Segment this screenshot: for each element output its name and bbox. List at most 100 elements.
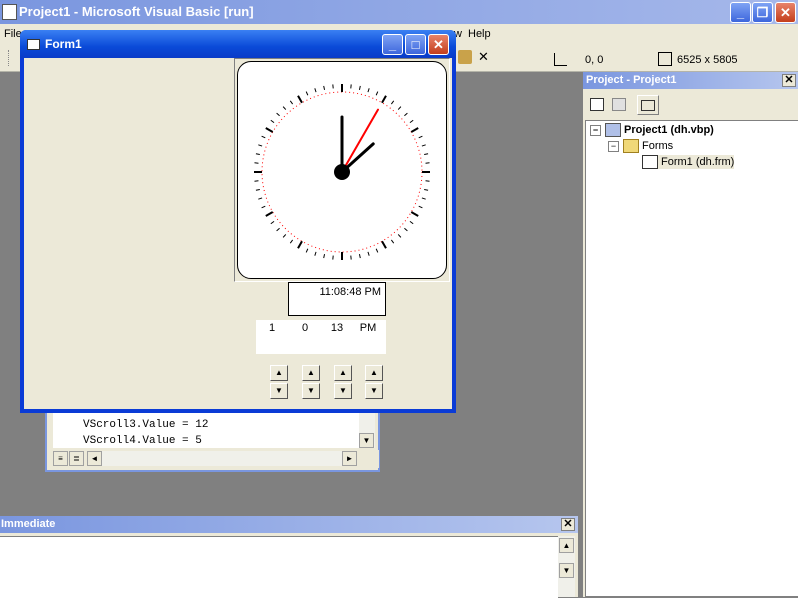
minute-tick xyxy=(368,252,369,256)
view-object-button[interactable] xyxy=(609,95,629,113)
full-module-view-icon[interactable]: ≣ xyxy=(69,451,84,466)
minute-tick xyxy=(262,136,266,138)
code-line: VScroll3.Value = 12 xyxy=(83,419,208,431)
form-icon xyxy=(642,155,658,169)
ampm-value: PM xyxy=(356,322,380,334)
immediate-vertical-scrollbar[interactable]: ▲ ▼ xyxy=(558,536,575,597)
toolbox-icon[interactable]: ✕ xyxy=(478,50,492,64)
close-icon: ✕ xyxy=(433,37,444,52)
immediate-close-button[interactable]: ✕ xyxy=(561,518,575,531)
minute-tick xyxy=(391,101,393,104)
scroll-down-icon[interactable]: ▼ xyxy=(559,563,574,578)
minute-tick xyxy=(262,206,266,208)
minute-tick xyxy=(404,113,407,116)
spin-down-icon[interactable]: ▼ xyxy=(365,383,383,399)
form1-title-bar[interactable]: Form1 _ □ ✕ xyxy=(20,30,456,58)
vscroll3[interactable]: ▲▼ xyxy=(334,365,352,399)
minute-tick xyxy=(419,136,423,138)
procedure-view-icon[interactable]: ≡ xyxy=(53,451,68,466)
analog-clock xyxy=(238,62,446,278)
minute-tick xyxy=(376,249,378,253)
minute-tick xyxy=(290,101,292,104)
menu-help[interactable]: Help xyxy=(468,28,491,40)
scroll-left-icon[interactable]: ◄ xyxy=(87,451,102,466)
minute-tick xyxy=(359,86,360,90)
close-icon: ✕ xyxy=(780,5,791,20)
spin-up-icon[interactable]: ▲ xyxy=(365,365,383,381)
spin-down-icon[interactable]: ▼ xyxy=(302,383,320,399)
minute-tick xyxy=(271,120,274,122)
hour-value: 1 xyxy=(260,322,284,334)
position-icon xyxy=(554,53,567,66)
vscroll2[interactable]: ▲▼ xyxy=(302,365,320,399)
hour-tick xyxy=(382,96,386,103)
time-label-box: 11:08:48 PM xyxy=(288,282,386,316)
form1-label: Form1 (dh.frm) xyxy=(661,156,734,168)
vscroll4[interactable]: ▲▼ xyxy=(365,365,383,399)
minute-tick xyxy=(324,86,325,90)
minute-tick xyxy=(359,254,360,258)
spin-up-icon[interactable]: ▲ xyxy=(302,365,320,381)
scroll-right-icon[interactable]: ► xyxy=(342,451,357,466)
forms-label: Forms xyxy=(642,140,673,152)
spin-up-icon[interactable]: ▲ xyxy=(270,365,288,381)
minute-tick xyxy=(271,221,274,223)
minute-tick xyxy=(277,228,280,231)
object-browser-icon[interactable] xyxy=(458,50,472,64)
hour-tick xyxy=(298,96,302,103)
digital-time: 11:08:48 PM xyxy=(319,286,381,298)
tree-node-project[interactable]: −Project1 (dh.vbp) xyxy=(590,123,714,137)
minute-tick xyxy=(410,221,413,223)
minute-tick xyxy=(398,234,401,237)
minute-tick xyxy=(391,240,393,243)
restore-button[interactable]: ❐ xyxy=(752,2,773,23)
tree-node-form1[interactable]: Form1 (dh.frm) xyxy=(642,155,734,169)
scroll-down-icon[interactable]: ▼ xyxy=(359,433,374,448)
code-bottom-bar: ≡ ≣ ◄ ► xyxy=(49,450,379,468)
minimize-icon: _ xyxy=(737,5,744,20)
close-icon: ✕ xyxy=(563,518,572,530)
tree-node-forms[interactable]: − Forms xyxy=(608,139,673,153)
form1-window[interactable]: Form1 _ □ ✕ 11:08:48 PM 1 0 13 PM ▲▼ ▲▼ … xyxy=(20,30,456,413)
hour-tick xyxy=(411,212,418,216)
minute-tick xyxy=(424,154,428,155)
scroll-up-icon[interactable]: ▲ xyxy=(559,538,574,553)
immediate-text-area[interactable] xyxy=(0,536,558,598)
minute-tick xyxy=(410,120,413,122)
toggle-folders-button[interactable] xyxy=(637,95,659,115)
collapse-icon[interactable]: − xyxy=(590,125,601,136)
hour-tick xyxy=(266,212,273,216)
hour-tick xyxy=(382,241,386,248)
vscroll1[interactable]: ▲▼ xyxy=(270,365,288,399)
minute-tick xyxy=(422,145,426,146)
form-maximize-button[interactable]: □ xyxy=(405,34,426,55)
minute-tick xyxy=(315,252,316,256)
form-minimize-button[interactable]: _ xyxy=(382,34,403,55)
clock-center xyxy=(334,164,350,180)
minimize-icon: _ xyxy=(389,37,396,52)
position-readout: 0, 0 xyxy=(585,54,603,66)
minute-tick xyxy=(256,154,260,155)
spin-down-icon[interactable]: ▼ xyxy=(270,383,288,399)
size-readout: 6525 x 5805 xyxy=(677,54,738,66)
project-title-bar: Project - Project1 ✕ xyxy=(583,72,798,89)
minute-tick xyxy=(290,240,292,243)
form-close-button[interactable]: ✕ xyxy=(428,34,449,55)
view-object-icon xyxy=(612,98,626,111)
view-code-button[interactable] xyxy=(587,95,607,113)
spin-down-icon[interactable]: ▼ xyxy=(334,383,352,399)
minute-tick xyxy=(258,198,262,199)
minute-tick xyxy=(258,145,262,146)
minute-tick xyxy=(368,88,369,92)
form-icon xyxy=(27,39,40,50)
form1-title: Form1 xyxy=(45,37,82,51)
minimize-button[interactable]: _ xyxy=(730,2,751,23)
project-close-button[interactable]: ✕ xyxy=(782,74,796,87)
code-horizontal-scrollbar[interactable] xyxy=(102,451,342,466)
spin-up-icon[interactable]: ▲ xyxy=(334,365,352,381)
collapse-icon[interactable]: − xyxy=(608,141,619,152)
immediate-title-bar: Immediate ✕ xyxy=(0,516,578,533)
minute-tick xyxy=(376,92,378,96)
vb-app-icon[interactable] xyxy=(2,4,17,20)
close-button[interactable]: ✕ xyxy=(775,2,796,23)
